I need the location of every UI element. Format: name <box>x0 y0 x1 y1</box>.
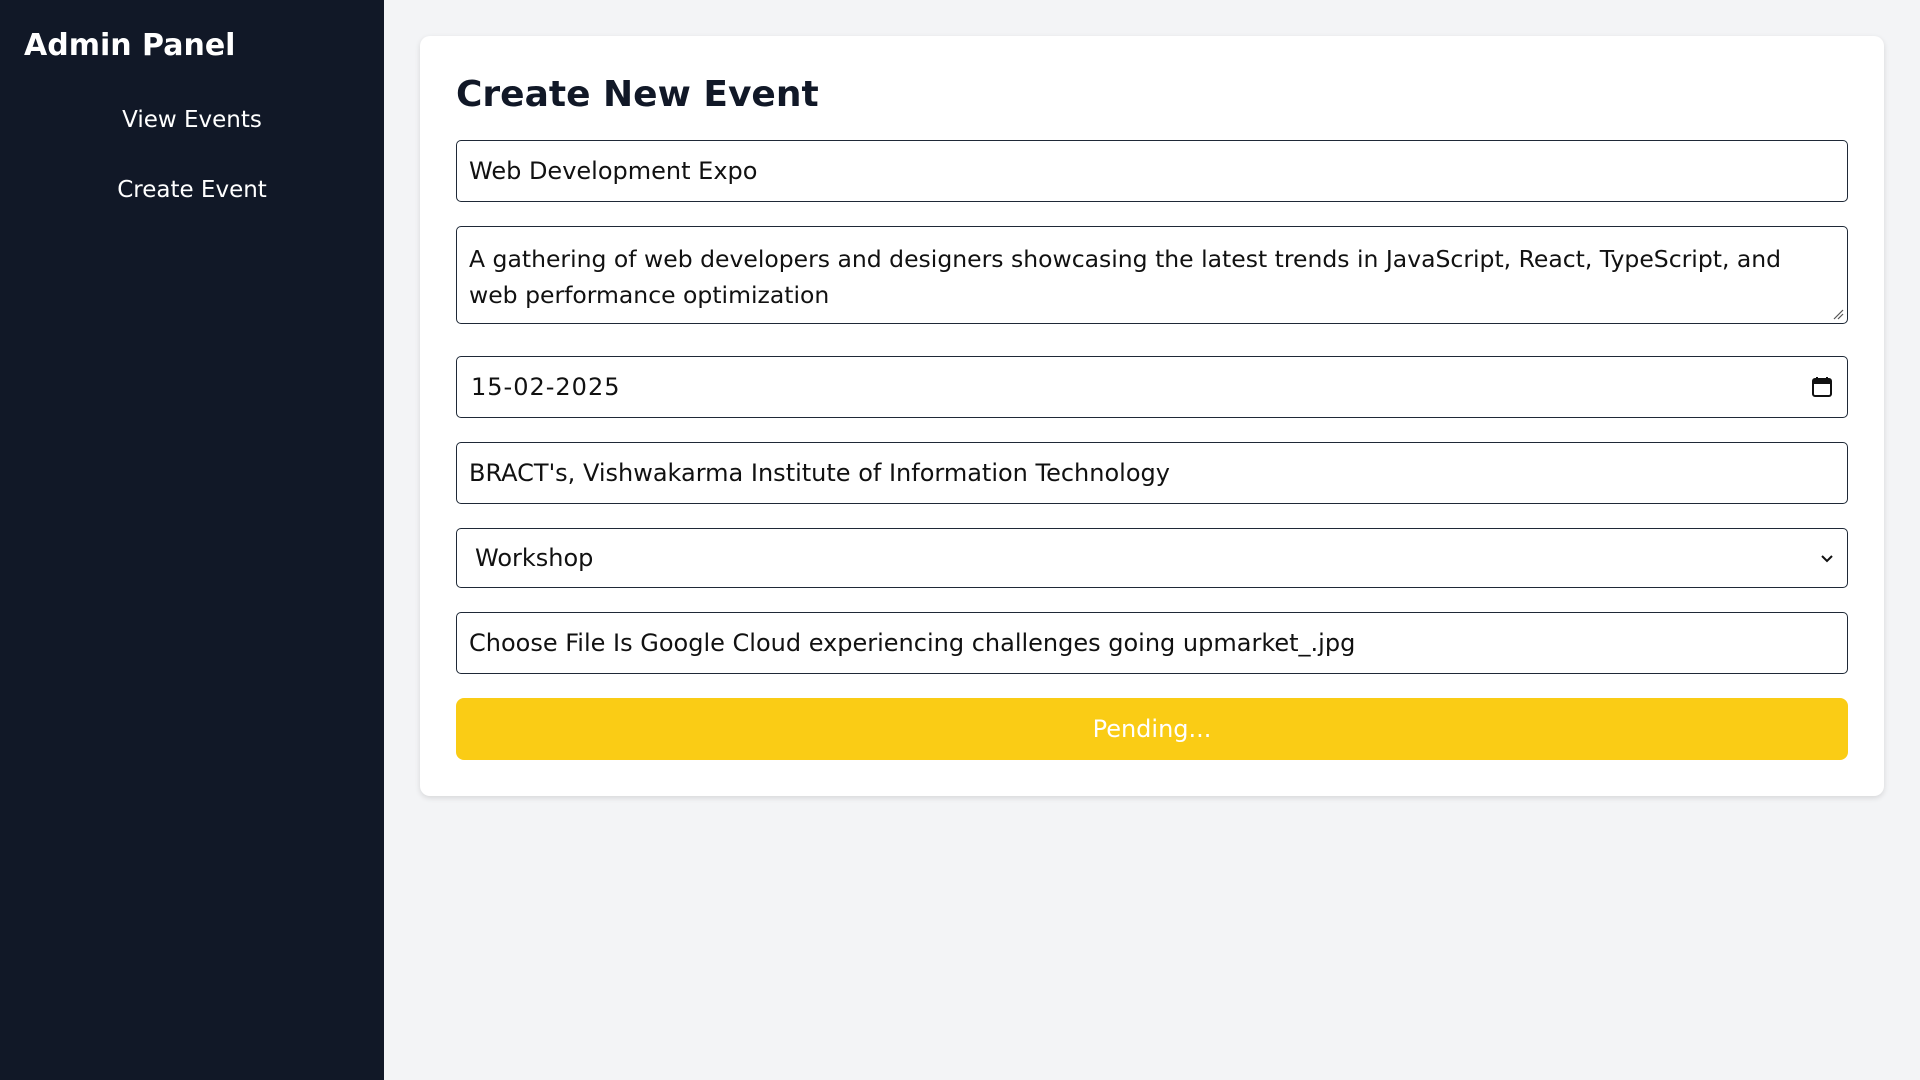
event-date-value: 15-02-2025 <box>471 373 621 401</box>
resize-grip-icon[interactable] <box>1832 308 1844 320</box>
event-category-select[interactable]: Workshop <box>456 528 1848 588</box>
app-layout: Admin Panel View Events Create Event Cre… <box>0 0 1920 1080</box>
event-image-file-input[interactable]: Choose File Is Google Cloud experiencing… <box>456 612 1848 674</box>
sidebar-item-view-events[interactable]: View Events <box>24 98 360 142</box>
page-title: Create New Event <box>456 74 819 115</box>
event-description-textarea[interactable]: A gathering of web developers and design… <box>456 226 1848 324</box>
event-title-value: Web Development Expo <box>469 157 758 185</box>
sidebar-title: Admin Panel <box>24 28 236 63</box>
calendar-icon[interactable] <box>1811 376 1833 398</box>
file-name-text: Is Google Cloud experiencing challenges … <box>613 629 1356 657</box>
event-location-value: BRACT's, Vishwakarma Institute of Inform… <box>469 459 1170 487</box>
choose-file-button[interactable]: Choose File <box>469 629 605 657</box>
event-location-input[interactable]: BRACT's, Vishwakarma Institute of Inform… <box>456 442 1848 504</box>
event-title-input[interactable]: Web Development Expo <box>456 140 1848 202</box>
main-content: Create New Event Web Development Expo A … <box>384 0 1920 1080</box>
event-category-value: Workshop <box>475 544 594 572</box>
event-date-input[interactable]: 15-02-2025 <box>456 356 1848 418</box>
chevron-down-icon <box>1821 555 1833 563</box>
submit-button[interactable]: Pending... <box>456 698 1848 760</box>
create-event-card: Create New Event Web Development Expo A … <box>420 36 1884 796</box>
event-description-value: A gathering of web developers and design… <box>469 245 1782 309</box>
sidebar: Admin Panel View Events Create Event <box>0 0 384 1080</box>
sidebar-item-create-event[interactable]: Create Event <box>24 168 360 212</box>
